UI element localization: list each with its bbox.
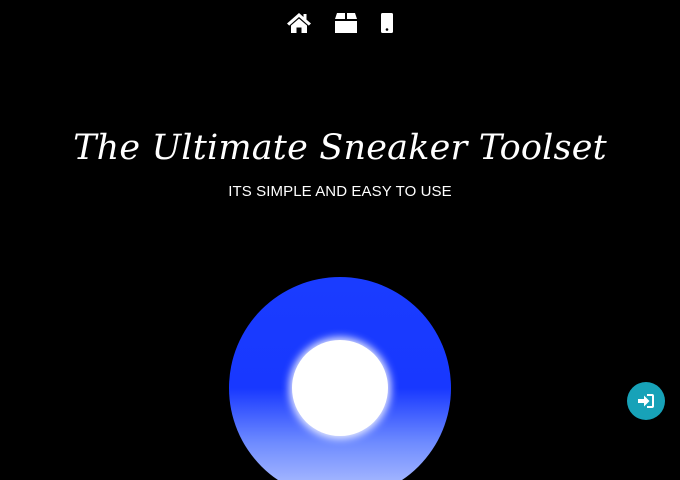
box-nav-button[interactable]: [333, 10, 359, 36]
page-subtitle: ITS SIMPLE AND EASY TO USE: [228, 183, 452, 200]
top-navigation: [0, 10, 680, 36]
sign-in-icon: [638, 394, 654, 408]
mobile-nav-button[interactable]: [378, 10, 396, 36]
home-nav-button[interactable]: [286, 10, 312, 36]
mobile-phone-icon: [381, 13, 393, 33]
login-button[interactable]: [627, 382, 665, 420]
page-title: The Ultimate Sneaker Toolset: [73, 128, 607, 168]
main-action-orb[interactable]: [229, 277, 451, 480]
box-icon: [335, 13, 357, 33]
home-icon: [287, 13, 311, 33]
orb-core: [292, 340, 388, 436]
